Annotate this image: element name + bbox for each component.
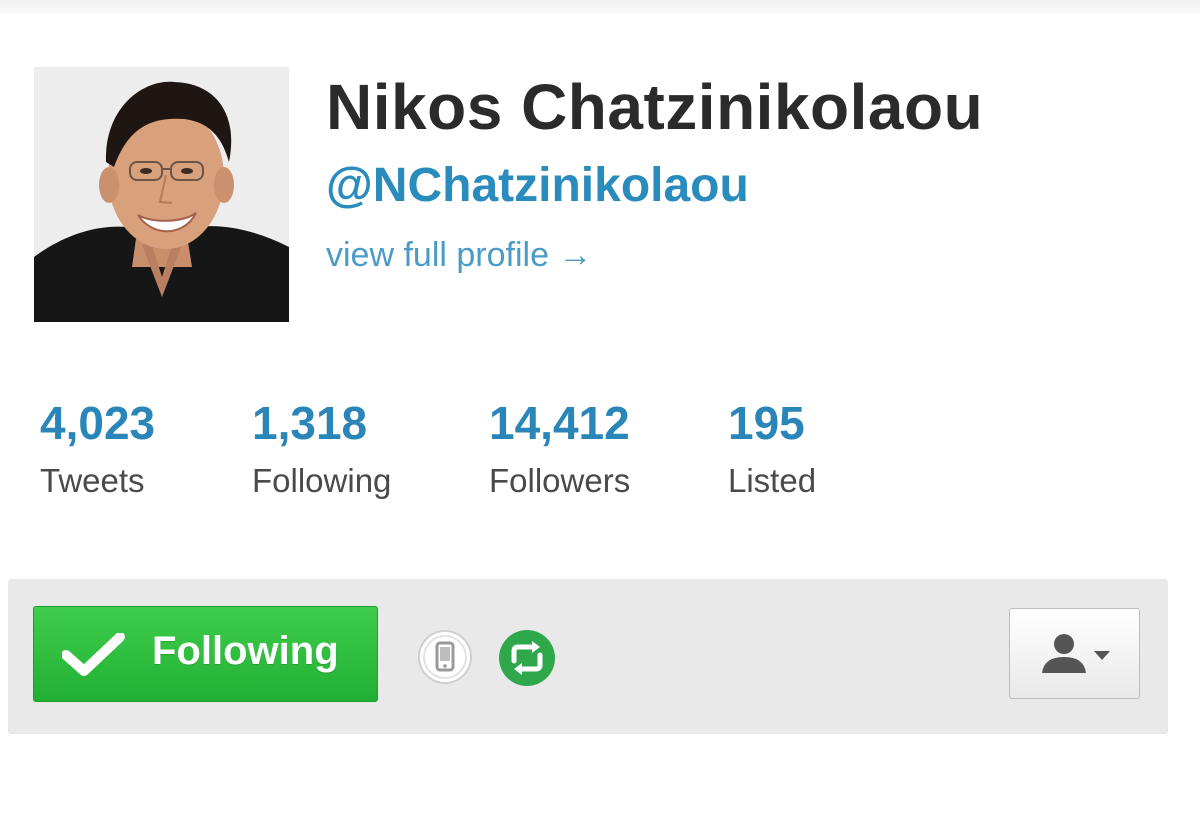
retweets-icon xyxy=(499,630,555,686)
stat-tweets-value: 4,023 xyxy=(40,397,156,449)
stat-following-value: 1,318 xyxy=(252,397,368,449)
stat-listed-value: 195 xyxy=(728,397,805,449)
stat-listed[interactable]: 195 Listed xyxy=(728,395,816,503)
stat-followers-value: 14,412 xyxy=(489,397,630,449)
stat-following-label: Following xyxy=(252,462,392,499)
avatar[interactable] xyxy=(34,67,289,322)
stat-tweets-label: Tweets xyxy=(40,462,145,499)
stat-tweets[interactable]: 4,023 Tweets xyxy=(40,395,155,503)
stat-following[interactable]: 1,318 Following xyxy=(252,395,391,503)
profile-handle[interactable]: @NChatzinikolaou xyxy=(326,158,749,213)
stat-followers[interactable]: 14,412 Followers xyxy=(489,395,630,503)
following-button[interactable]: Following xyxy=(33,606,378,702)
profile-card: Nikos Chatzinikolaou @NChatzinikolaou vi… xyxy=(0,0,1200,821)
user-actions-dropdown[interactable] xyxy=(1009,608,1140,699)
user-dropdown-icon xyxy=(1042,634,1110,673)
stat-listed-label: Listed xyxy=(728,462,817,499)
mobile-device-button[interactable] xyxy=(416,628,474,691)
avatar-photo xyxy=(34,67,289,322)
retweets-toggle-button[interactable] xyxy=(497,628,557,693)
check-icon xyxy=(62,633,125,676)
mobile-device-icon xyxy=(418,630,472,684)
following-button-label: Following xyxy=(152,629,339,673)
view-full-profile-link[interactable]: view full profile → xyxy=(326,236,592,275)
profile-name: Nikos Chatzinikolaou xyxy=(326,71,984,143)
stat-followers-label: Followers xyxy=(489,462,631,499)
